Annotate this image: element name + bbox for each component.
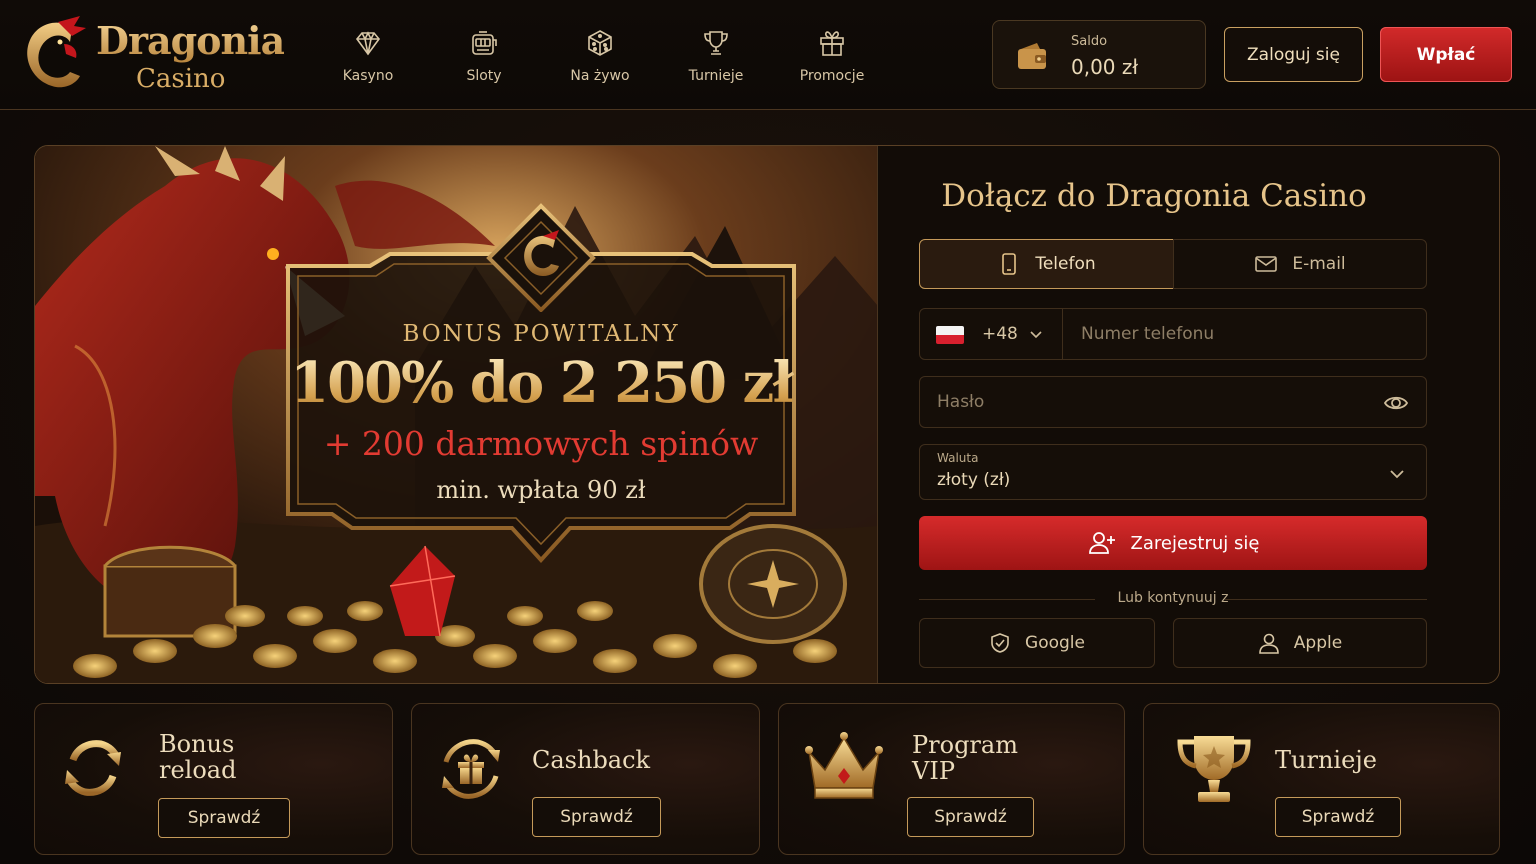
nav-item-sloty[interactable]: Sloty [426, 28, 542, 94]
login-button[interactable]: Zaloguj się [1224, 27, 1363, 82]
balance-value: 0,00 zł [1071, 55, 1139, 79]
promo-card-program-vip[interactable]: Program VIP Sprawdź [778, 703, 1125, 855]
brand-sub: Casino [136, 64, 226, 94]
dice-icon [588, 30, 612, 56]
check-button[interactable]: Sprawdź [1275, 797, 1401, 837]
nav-label: Turnieje [688, 68, 744, 84]
promo-title-line: Bonus [159, 730, 235, 758]
nav-item-turnieje[interactable]: Turnieje [658, 28, 774, 94]
cashback-gift-icon [442, 739, 500, 799]
promo-title-line: reload [159, 756, 237, 784]
poland-flag-icon [936, 326, 964, 344]
nav-label: Kasyno [342, 68, 394, 84]
currency-select[interactable]: Waluta złoty (zł) [919, 444, 1427, 500]
promo-card-bonus-reload[interactable]: Bonus reload Sprawdź [34, 703, 393, 855]
promo-title: Bonus reload [159, 731, 236, 783]
currency-label: Waluta [937, 451, 979, 465]
form-title: Dołącz do Dragonia Casino [941, 178, 1367, 214]
promo-title-line: VIP [912, 757, 955, 785]
promo-card-cashback[interactable]: Cashback Sprawdź [411, 703, 760, 855]
promo-title: Turnieje [1275, 747, 1377, 773]
brand-name: Dragonia [96, 18, 285, 63]
bonus-amount: 100% do 2 250 zł [280, 350, 802, 416]
bonus-spins: + 200 darmowych spinów [323, 424, 759, 463]
nav-label: Na żywo [570, 68, 630, 84]
trophy-icon [704, 31, 728, 55]
register-label: Zarejestruj się [1130, 532, 1260, 554]
crown-icon [805, 732, 883, 799]
promo-title: Program VIP [912, 732, 1018, 784]
header: Dragonia Casino Kasyno Sloty Na żywo Tur… [0, 0, 1536, 110]
slot-machine-icon [472, 31, 497, 55]
bonus-emblem-icon [486, 203, 596, 312]
promo-title: Cashback [532, 747, 650, 773]
dragon-logo-icon [27, 16, 86, 88]
hero-banner: BONUS POWITALNY 100% do 2 250 zł + 200 d… [35, 146, 878, 683]
divider [877, 146, 878, 683]
gift-icon [820, 31, 844, 56]
promo-title-line: Program [912, 731, 1018, 759]
chevron-down-icon [1390, 470, 1404, 479]
nav-label: Sloty [466, 68, 502, 84]
currency-value: złoty (zł) [937, 470, 1011, 490]
phone-field: +48 [919, 308, 1427, 360]
country-code-select[interactable]: +48 [920, 309, 1063, 359]
or-separator: Lub kontynuuj z [919, 590, 1427, 610]
welcome-bonus-card[interactable]: BONUS POWITALNY 100% do 2 250 zł + 200 d… [280, 203, 802, 576]
reload-icon [65, 740, 121, 796]
nav-label: Promocje [799, 68, 865, 84]
register-button[interactable]: Zarejestruj się [919, 516, 1427, 570]
promo-card-turnieje[interactable]: Turnieje Sprawdź [1143, 703, 1500, 855]
google-login-button[interactable]: Google [919, 618, 1155, 668]
chevron-down-icon [1030, 331, 1042, 339]
deposit-button[interactable]: Wpłać [1380, 27, 1512, 82]
phone-icon [1002, 253, 1017, 275]
promo-title-line: Cashback [532, 746, 651, 774]
tab-email[interactable]: E-mail [1173, 239, 1427, 289]
google-label: Google [1025, 633, 1085, 653]
apple-label: Apple [1293, 633, 1343, 653]
nav-item-promocje[interactable]: Promocje [774, 28, 890, 94]
check-button[interactable]: Sprawdź [158, 798, 290, 838]
bonus-min-deposit: min. wpłata 90 zł [436, 476, 646, 504]
wallet-icon [1018, 43, 1046, 69]
eye-icon[interactable] [1383, 390, 1409, 416]
register-tabs: Telefon E-mail [919, 239, 1427, 289]
balance-label: Saldo [1071, 34, 1108, 49]
tab-email-label: E-mail [1292, 254, 1346, 274]
user-icon [1258, 633, 1279, 654]
balance-box[interactable]: Saldo 0,00 zł [992, 20, 1206, 89]
tab-phone[interactable]: Telefon [919, 239, 1174, 289]
or-text: Lub kontynuuj z [1117, 590, 1229, 606]
check-button[interactable]: Sprawdź [907, 797, 1034, 837]
phone-input[interactable] [1064, 309, 1426, 359]
add-user-icon [1088, 532, 1115, 554]
apple-login-button[interactable]: Apple [1173, 618, 1427, 668]
nav-item-kasyno[interactable]: Kasyno [310, 28, 426, 94]
nav-item-na-zywo[interactable]: Na żywo [542, 28, 658, 94]
hero-panel: BONUS POWITALNY 100% do 2 250 zł + 200 d… [34, 145, 1500, 684]
logo[interactable]: Dragonia Casino [20, 14, 285, 98]
trophy-icon [1177, 736, 1251, 802]
bonus-title: BONUS POWITALNY [402, 321, 680, 347]
check-button[interactable]: Sprawdź [532, 797, 661, 837]
tab-phone-label: Telefon [1035, 254, 1096, 274]
promo-title-line: Turnieje [1275, 746, 1377, 774]
shield-icon [991, 633, 1009, 653]
diamond-icon [355, 31, 381, 56]
password-field [919, 376, 1427, 428]
mail-icon [1255, 256, 1278, 272]
country-code: +48 [982, 324, 1018, 344]
main-nav: Kasyno Sloty Na żywo Turnieje Promocje [310, 28, 890, 94]
password-input[interactable] [920, 377, 1360, 427]
